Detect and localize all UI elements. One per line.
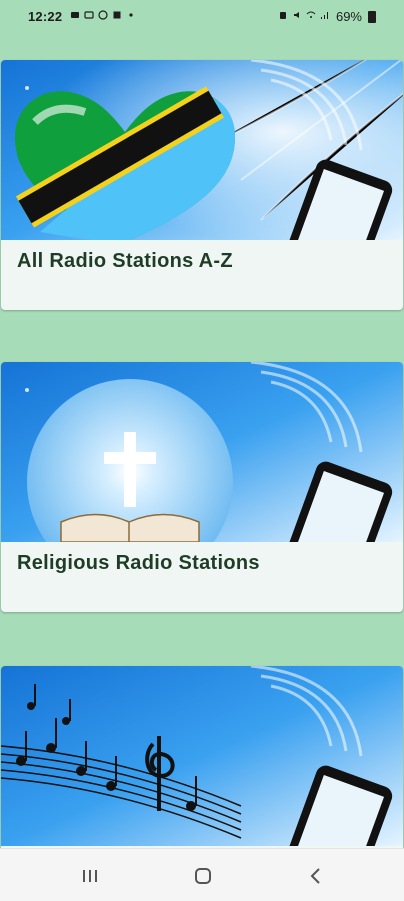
home-icon: [195, 868, 211, 884]
recent-apps-icon: [83, 870, 97, 882]
banner-image-music-notes: [1, 666, 403, 846]
home-button[interactable]: [188, 861, 218, 891]
banner-image-flag-heart: [1, 60, 403, 240]
battery-icon: [368, 11, 376, 23]
status-left-icons: [70, 10, 136, 20]
status-time: 12:22: [28, 9, 63, 24]
wifi-icon: [306, 11, 316, 18]
whatsapp-icon: [98, 10, 108, 20]
system-navigation-bar: [0, 848, 404, 901]
back-button[interactable]: [301, 861, 331, 891]
message-icon: [84, 11, 94, 19]
app-icon: [113, 11, 121, 19]
category-card-all-stations[interactable]: All Radio Stations A-Z: [1, 60, 403, 310]
dot-icon: [129, 13, 133, 17]
alarm-icon: [280, 12, 286, 19]
recent-apps-button[interactable]: [75, 861, 105, 891]
category-card-religious-stations[interactable]: Religious Radio Stations: [1, 362, 403, 612]
flag-heart-illustration: [1, 60, 403, 240]
category-card-music[interactable]: [1, 666, 403, 848]
back-icon: [310, 868, 320, 884]
music-notes-illustration: [1, 666, 403, 846]
category-label: Religious Radio Stations: [17, 552, 260, 574]
mute-icon: [294, 12, 299, 18]
notification-icon: [71, 12, 79, 18]
banner-image-cross-bible: [1, 362, 403, 542]
status-bar: 12:22 69%: [0, 0, 404, 34]
signal-icon: [321, 12, 328, 19]
category-label: All Radio Stations A-Z: [17, 250, 233, 272]
station-categories-list: All Radio Stations A-Z Religious Radio S…: [0, 34, 404, 848]
battery-percent: 69%: [335, 9, 362, 24]
cross-bible-illustration: [1, 362, 403, 542]
status-right-icons: [278, 10, 330, 20]
